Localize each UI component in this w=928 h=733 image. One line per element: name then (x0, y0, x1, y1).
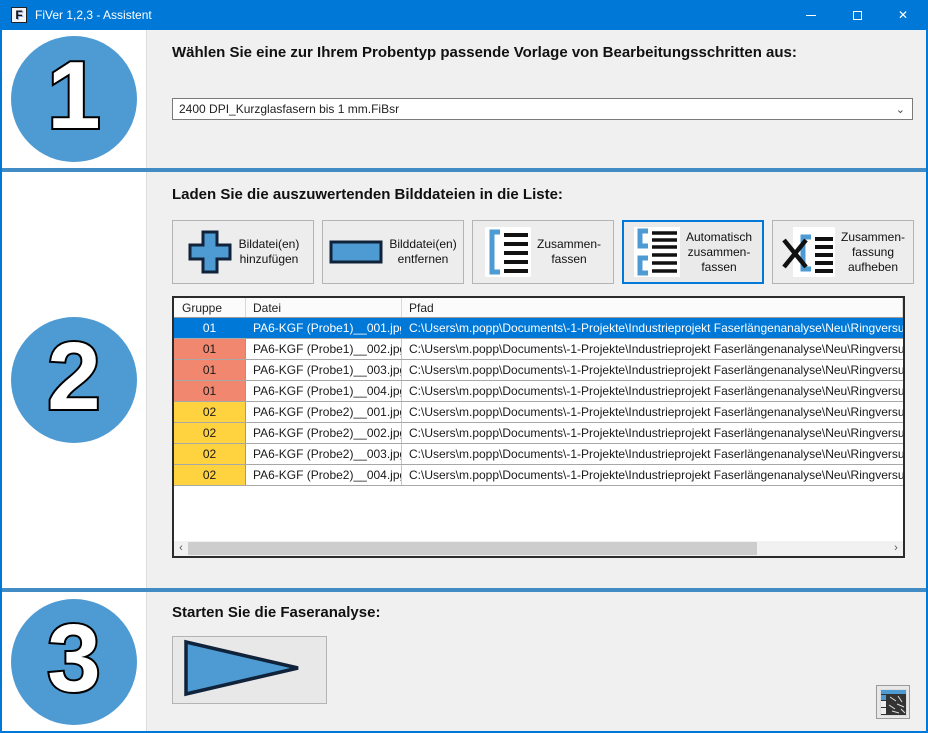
step-1-circle: 1 (11, 36, 137, 162)
table-row[interactable]: 01 PA6-KGF (Probe1)__004.jpg C:\Users\m.… (174, 381, 903, 402)
path-cell: C:\Users\m.popp\Documents\-1-Projekte\In… (402, 402, 903, 422)
path-cell: C:\Users\m.popp\Documents\-1-Projekte\In… (402, 339, 903, 359)
step-3-column: 3 (2, 592, 147, 731)
step-1-number: 1 (47, 48, 100, 144)
toolbar: Bildatei(en) hinzufügen Bilddatei(en) en… (172, 220, 914, 284)
app-icon: F (11, 7, 27, 23)
group-cell: 01 (174, 360, 246, 380)
step-3-section: 3 Starten Sie die Faseranalyse: (2, 592, 926, 731)
table-row[interactable]: 01 PA6-KGF (Probe1)__001.jpg C:\Users\m.… (174, 318, 903, 339)
template-combobox-value: 2400 DPI_Kurzglasfasern bis 1 mm.FiBsr (179, 102, 399, 116)
x-bracket-list-icon (781, 227, 835, 277)
path-cell: C:\Users\m.popp\Documents\-1-Projekte\In… (402, 444, 903, 464)
close-icon: ✕ (898, 8, 908, 22)
file-table[interactable]: Gruppe Datei Pfad 01 PA6-KGF (Probe1)__0… (172, 296, 905, 558)
play-icon (181, 639, 303, 702)
group-label: Zusammen- fassen (537, 237, 601, 267)
file-cell: PA6-KGF (Probe1)__002.jpg (246, 339, 402, 359)
table-row[interactable]: 02 PA6-KGF (Probe2)__001.jpg C:\Users\m.… (174, 402, 903, 423)
start-analysis-button[interactable] (172, 636, 327, 704)
path-cell: C:\Users\m.popp\Documents\-1-Projekte\In… (402, 381, 903, 401)
file-cell: PA6-KGF (Probe2)__002.jpg (246, 423, 402, 443)
plus-icon (187, 229, 233, 275)
step-1-heading: Wählen Sie eine zur Ihrem Probentyp pass… (172, 44, 797, 61)
scroll-right-icon[interactable]: › (889, 541, 903, 556)
bracket-list-icon (485, 227, 531, 277)
column-header-gruppe[interactable]: Gruppe (174, 298, 246, 317)
file-cell: PA6-KGF (Probe1)__003.jpg (246, 360, 402, 380)
path-cell: C:\Users\m.popp\Documents\-1-Projekte\In… (402, 423, 903, 443)
group-cell: 01 (174, 318, 246, 338)
group-cell: 02 (174, 423, 246, 443)
ungroup-label: Zusammen- fassung aufheben (841, 230, 905, 275)
close-button[interactable]: ✕ (880, 0, 926, 30)
table-row[interactable]: 01 PA6-KGF (Probe1)__002.jpg C:\Users\m.… (174, 339, 903, 360)
remove-images-label: Bilddatei(en) entfernen (389, 237, 456, 267)
path-cell: C:\Users\m.popp\Documents\-1-Projekte\In… (402, 318, 903, 338)
minimize-icon (806, 15, 816, 16)
step-2-number: 2 (47, 329, 100, 425)
horizontal-scrollbar[interactable]: ‹ › (174, 541, 903, 556)
template-combobox[interactable]: 2400 DPI_Kurzglasfasern bis 1 mm.FiBsr ⌄ (172, 98, 913, 120)
window-title: FiVer 1,2,3 - Assistent (35, 8, 788, 22)
group-cell: 01 (174, 381, 246, 401)
group-cell: 02 (174, 402, 246, 422)
file-cell: PA6-KGF (Probe1)__004.jpg (246, 381, 402, 401)
step-3-heading: Starten Sie die Faseranalyse: (172, 604, 380, 621)
auto-group-button[interactable]: Automatisch zusammen- fassen (622, 220, 764, 284)
step-3-circle: 3 (11, 599, 137, 725)
group-cell: 02 (174, 465, 246, 485)
table-row[interactable]: 02 PA6-KGF (Probe2)__004.jpg C:\Users\m.… (174, 465, 903, 486)
path-cell: C:\Users\m.popp\Documents\-1-Projekte\In… (402, 465, 903, 485)
file-cell: PA6-KGF (Probe2)__004.jpg (246, 465, 402, 485)
add-images-label: Bildatei(en) hinzufügen (239, 237, 300, 267)
scrollbar-thumb[interactable] (188, 542, 757, 555)
maximize-icon (853, 11, 862, 20)
chevron-down-icon: ⌄ (896, 100, 905, 120)
path-cell: C:\Users\m.popp\Documents\-1-Projekte\In… (402, 360, 903, 380)
maximize-button[interactable] (834, 0, 880, 30)
table-header: Gruppe Datei Pfad (174, 298, 903, 318)
step-2-section: 2 Laden Sie die auszuwertenden Bilddatei… (2, 172, 926, 588)
table-row[interactable]: 02 PA6-KGF (Probe2)__003.jpg C:\Users\m.… (174, 444, 903, 465)
step-2-heading: Laden Sie die auszuwertenden Bilddateien… (172, 186, 563, 203)
double-bracket-list-icon (634, 227, 680, 277)
auto-group-label: Automatisch zusammen- fassen (686, 230, 752, 275)
group-button[interactable]: Zusammen- fassen (472, 220, 614, 284)
column-header-pfad[interactable]: Pfad (402, 298, 903, 317)
group-cell: 02 (174, 444, 246, 464)
step-2-circle: 2 (11, 317, 137, 443)
add-images-button[interactable]: Bildatei(en) hinzufügen (172, 220, 314, 284)
scroll-left-icon[interactable]: ‹ (174, 541, 188, 556)
step-1-section: 1 Wählen Sie eine zur Ihrem Probentyp pa… (2, 30, 926, 168)
table-empty-area (174, 486, 903, 541)
minimize-button[interactable] (788, 0, 834, 30)
step-1-column: 1 (2, 30, 147, 168)
remove-images-button[interactable]: Bilddatei(en) entfernen (322, 220, 464, 284)
step-2-column: 2 (2, 172, 147, 588)
ungroup-button[interactable]: Zusammen- fassung aufheben (772, 220, 914, 284)
group-cell: 01 (174, 339, 246, 359)
table-row[interactable]: 01 PA6-KGF (Probe1)__003.jpg C:\Users\m.… (174, 360, 903, 381)
step-3-number: 3 (47, 611, 100, 707)
app-window: F FiVer 1,2,3 - Assistent ✕ 1 Wählen Sie… (0, 0, 928, 733)
table-row[interactable]: 02 PA6-KGF (Probe2)__002.jpg C:\Users\m.… (174, 423, 903, 444)
rectangle-icon (329, 240, 383, 264)
column-header-datei[interactable]: Datei (246, 298, 402, 317)
file-cell: PA6-KGF (Probe1)__001.jpg (246, 318, 402, 338)
file-cell: PA6-KGF (Probe2)__003.jpg (246, 444, 402, 464)
titlebar: F FiVer 1,2,3 - Assistent ✕ (2, 0, 926, 30)
fiber-preview-icon[interactable] (876, 685, 910, 719)
file-cell: PA6-KGF (Probe2)__001.jpg (246, 402, 402, 422)
